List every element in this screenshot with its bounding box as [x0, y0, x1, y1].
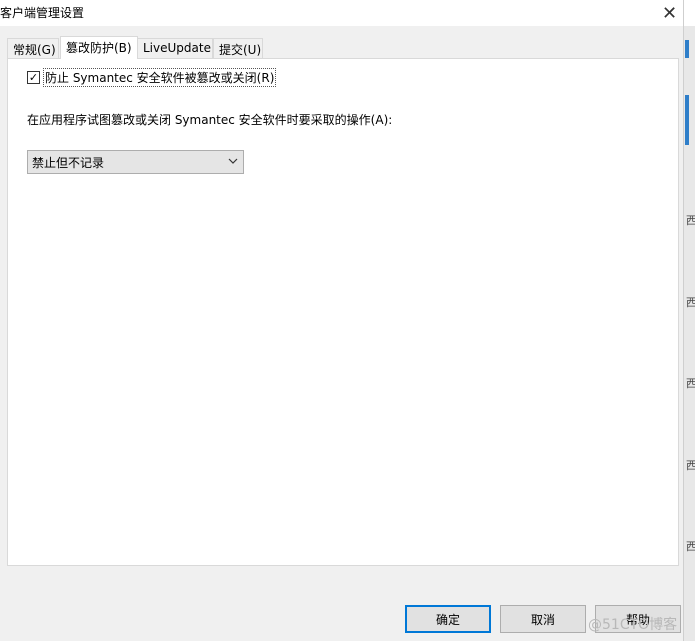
background-accent	[685, 95, 689, 145]
background-glyph: 西	[686, 296, 695, 309]
background-glyph: 西	[686, 214, 695, 227]
tamper-protection-panel: ✓ 防止 Symantec 安全软件被篡改或关闭(R) 在应用程序试图篡改或关闭…	[7, 58, 679, 566]
background-glyph: 西	[686, 377, 695, 390]
chevron-down-icon	[228, 158, 238, 164]
protect-checkbox[interactable]: ✓	[27, 71, 40, 84]
watermark: @51CTO博客	[588, 617, 678, 633]
tab-liveupdate[interactable]: LiveUpdate	[137, 38, 213, 58]
action-select[interactable]: 禁止但不记录	[27, 150, 244, 174]
ok-button[interactable]: 确定	[405, 605, 491, 633]
background-window-titlebar	[684, 0, 695, 26]
tab-tamper-protection[interactable]: 篡改防护(B)	[60, 36, 138, 59]
close-icon: ✕	[661, 2, 678, 24]
close-button[interactable]: ✕	[656, 0, 683, 26]
action-select-value: 禁止但不记录	[32, 156, 105, 170]
title-bar: 客户端管理设置 ✕	[0, 0, 683, 26]
checkmark-icon: ✓	[28, 71, 39, 84]
window-title: 客户端管理设置	[0, 6, 85, 20]
action-label: 在应用程序试图篡改或关闭 Symantec 安全软件时要采取的操作(A):	[27, 113, 393, 127]
background-glyph: 西	[686, 459, 695, 472]
background-accent	[685, 40, 689, 58]
tab-general[interactable]: 常规(G)	[7, 38, 59, 58]
tab-submit[interactable]: 提交(U)	[213, 38, 263, 58]
background-glyph: 西	[686, 540, 695, 553]
cancel-button[interactable]: 取消	[500, 605, 586, 633]
protect-checkbox-label[interactable]: 防止 Symantec 安全软件被篡改或关闭(R)	[43, 68, 277, 87]
protect-checkbox-row[interactable]: ✓ 防止 Symantec 安全软件被篡改或关闭(R)	[27, 68, 277, 87]
background-window-edge: 西 西 西 西 西	[683, 0, 695, 641]
